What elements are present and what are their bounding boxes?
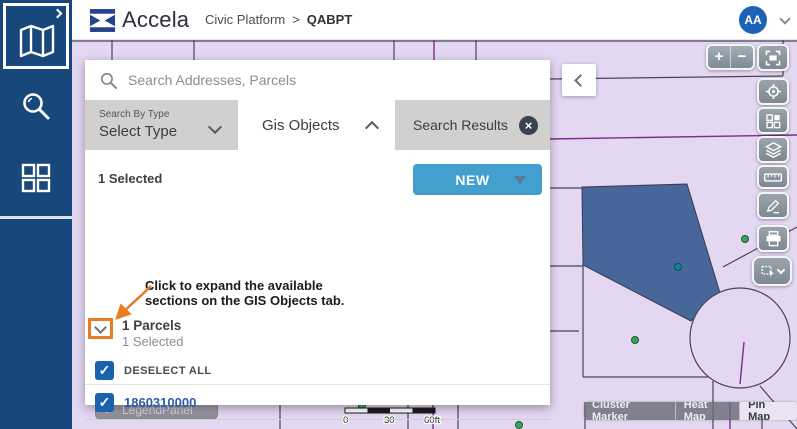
parcels-group-subtitle: 1 Selected — [122, 334, 183, 349]
extent-icon — [764, 50, 782, 66]
new-dropdown-triangle-icon[interactable] — [514, 176, 526, 184]
close-icon[interactable]: × — [519, 116, 538, 135]
breadcrumb-current: QABPT — [307, 12, 353, 27]
panel-tabbar: Search By Type Select Type Gis Objects S… — [85, 100, 550, 150]
ruler-icon — [764, 172, 782, 183]
sidebar-item-search[interactable] — [0, 90, 72, 122]
search-by-type-value: Select Type — [99, 123, 226, 140]
chevron-up-icon — [365, 120, 379, 134]
new-button-label: NEW — [431, 172, 514, 188]
deselect-all-label[interactable]: DESELECT ALL — [124, 365, 212, 377]
printer-icon — [765, 231, 782, 247]
top-header: Accela Civic Platform > QABPT AA — [72, 0, 797, 40]
parcel-checkbox[interactable] — [95, 393, 114, 412]
default-extent-button[interactable] — [757, 44, 789, 71]
new-button[interactable]: NEW — [413, 164, 542, 195]
basemap-icon — [765, 113, 781, 129]
layers-icon — [765, 141, 782, 158]
search-results-label: Search Results — [413, 117, 508, 133]
gis-objects-label: Gis Objects — [262, 117, 340, 134]
measure-button[interactable] — [757, 165, 789, 189]
select-area-icon — [761, 264, 776, 279]
mode-heat-map[interactable]: Heat Map — [676, 402, 740, 420]
tab-search-results[interactable]: Search Results × — [395, 100, 550, 150]
search-bar — [85, 60, 550, 100]
select-tools-button[interactable] — [752, 256, 792, 286]
search-input[interactable] — [128, 72, 550, 88]
mode-pin-map[interactable]: Pin Map — [740, 402, 797, 420]
search-by-type-label: Search By Type — [99, 109, 226, 120]
print-button[interactable] — [757, 225, 789, 252]
app-window: 0 30 60ft Accela Civic Platform > QABPT … — [0, 0, 797, 429]
culdesac-circle — [690, 288, 790, 388]
parcel-result-row: 1860310000 — [85, 385, 550, 420]
search-icon — [99, 71, 118, 90]
breadcrumb-root[interactable]: Civic Platform — [205, 12, 285, 27]
annotation-line-2: sections on the GIS Objects tab. — [145, 293, 344, 308]
locate-icon — [765, 83, 782, 100]
gis-search-panel: Search By Type Select Type Gis Objects S… — [85, 60, 550, 405]
mode-cluster-marker[interactable]: Cluster Marker — [584, 402, 676, 420]
layers-button[interactable] — [757, 136, 789, 163]
breadcrumb: Civic Platform > QABPT — [205, 12, 352, 27]
zoom-out-button[interactable]: − — [731, 46, 753, 68]
sidebar-expand-icon[interactable] — [53, 9, 63, 19]
brand: Accela — [90, 7, 189, 33]
locate-button[interactable] — [757, 78, 789, 105]
sidebar-item-apps[interactable] — [0, 163, 72, 193]
zoom-in-button[interactable]: + — [708, 46, 731, 68]
account-menu-chevron-icon[interactable] — [779, 13, 790, 24]
map-icon — [18, 24, 56, 58]
tab-search-by-type[interactable]: Search By Type Select Type — [85, 100, 238, 150]
selected-summary: 1 Selected — [98, 171, 162, 186]
annotation-arrow — [103, 280, 163, 330]
search-tool-icon — [20, 90, 52, 122]
pencil-icon — [765, 198, 781, 214]
parcel-id-link[interactable]: 1860310000 — [124, 395, 196, 410]
avatar[interactable]: AA — [739, 6, 767, 34]
draw-button[interactable] — [757, 192, 789, 219]
apps-grid-icon — [21, 163, 51, 193]
sidebar-divider — [0, 216, 72, 219]
sidebar — [0, 0, 72, 429]
tab-gis-objects[interactable]: Gis Objects — [238, 100, 395, 150]
annotation-callout: Click to expand the available sections o… — [145, 278, 344, 308]
chevron-left-icon — [574, 74, 587, 87]
annotation-line-1: Click to expand the available — [145, 278, 344, 293]
map-mode-switcher: Cluster Marker Heat Map Pin Map — [584, 402, 797, 420]
basemap-button[interactable] — [757, 107, 789, 134]
deselect-all-row: DESELECT ALL — [85, 357, 550, 385]
gis-objects-content: 1 Selected NEW Click to expand the avail… — [85, 150, 550, 405]
zoom-control: + − — [706, 44, 755, 70]
deselect-all-checkbox[interactable] — [95, 361, 114, 380]
chevron-down-icon — [776, 265, 784, 273]
brand-name: Accela — [122, 7, 189, 33]
accela-logo-icon — [90, 8, 115, 33]
sidebar-item-map[interactable] — [3, 3, 69, 69]
panel-collapse-button[interactable] — [562, 64, 596, 96]
breadcrumb-separator: > — [292, 12, 300, 27]
